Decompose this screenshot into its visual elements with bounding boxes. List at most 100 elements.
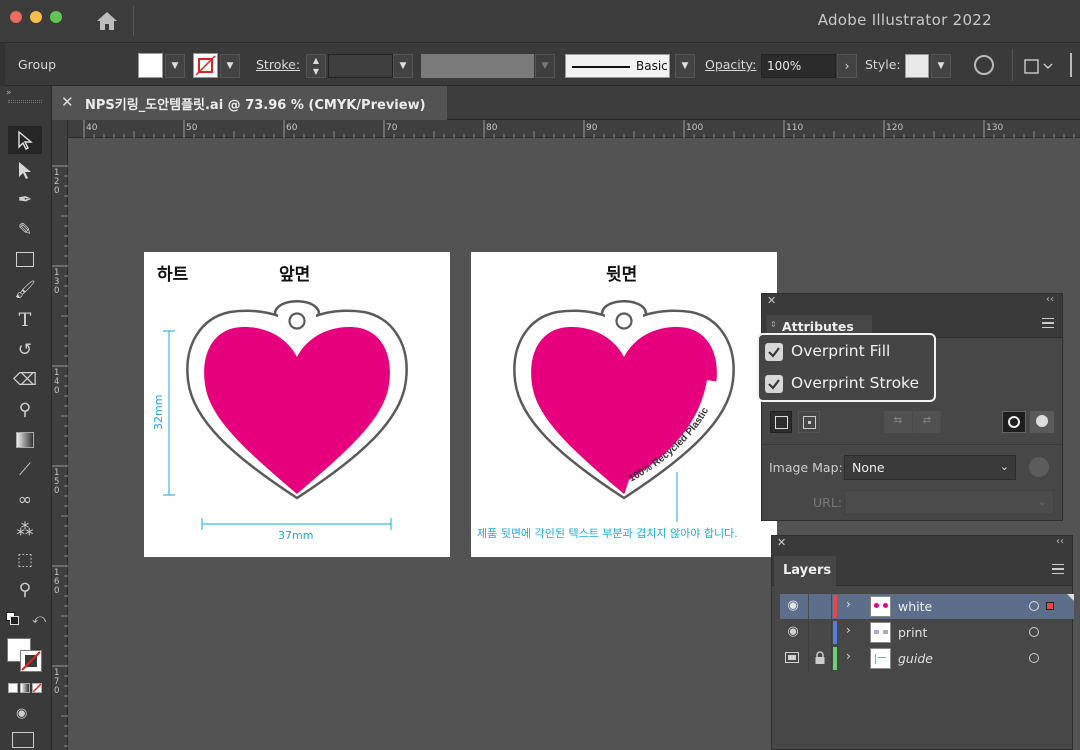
close-panel-icon[interactable]: ✕ bbox=[777, 536, 786, 549]
lock-toggle[interactable] bbox=[808, 594, 832, 619]
zoom-window-button[interactable] bbox=[50, 11, 62, 23]
close-tab-icon[interactable]: ✕ bbox=[61, 93, 74, 111]
reverse-path-left-button[interactable]: ⇆ bbox=[884, 411, 912, 433]
symbol-sprayer-tool-icon[interactable]: ⁂ bbox=[8, 516, 42, 544]
puppet-warp-tool-icon[interactable]: ⚲ bbox=[8, 396, 42, 424]
nonzero-winding-button[interactable] bbox=[1002, 411, 1026, 433]
vertical-ruler[interactable]: 120130140150160170 bbox=[52, 120, 68, 750]
artboard-back[interactable]: 뒷면 100% Recycled Plastic 제품 뒷면에 각인된 텍스트 … bbox=[471, 252, 777, 557]
stroke-dropdown[interactable]: ▼ bbox=[220, 54, 240, 78]
selection-indicator[interactable] bbox=[1046, 602, 1054, 610]
layer-color-swatch bbox=[833, 647, 837, 670]
reverse-path-right-button[interactable]: ⇄ bbox=[913, 411, 941, 433]
align-icon[interactable] bbox=[1022, 56, 1056, 76]
rotate-tool-icon[interactable]: ↺ bbox=[8, 336, 42, 364]
stroke-swatch[interactable] bbox=[193, 53, 218, 78]
layer-row-guide[interactable]: › guide bbox=[780, 646, 1074, 671]
default-fill-stroke-icon[interactable] bbox=[6, 612, 20, 626]
horizontal-ruler[interactable]: 40 50 60 70 80 90 100 110 120 130 bbox=[68, 120, 1080, 138]
home-icon[interactable] bbox=[95, 10, 119, 32]
draw-mode-icon[interactable]: ◉ bbox=[16, 706, 27, 721]
recolor-artwork-icon[interactable] bbox=[974, 55, 994, 75]
zoom-tool-icon[interactable]: ⚲ bbox=[8, 576, 42, 604]
engraving-note: 제품 뒷면에 각인된 텍스트 부분과 겹치지 않아야 합니다. bbox=[477, 527, 738, 540]
rectangle-tool-icon[interactable] bbox=[8, 246, 42, 274]
document-tab[interactable]: ✕ NPS키링_도안템플릿.ai @ 73.96 % (CMYK/Preview… bbox=[52, 86, 447, 120]
color-mode-icon[interactable] bbox=[8, 683, 18, 693]
stroke-weight-field[interactable] bbox=[328, 54, 393, 78]
selection-tool-icon[interactable] bbox=[8, 126, 42, 154]
even-odd-button[interactable] bbox=[1030, 411, 1054, 433]
paintbrush-tool-icon[interactable]: 🖌 bbox=[8, 276, 42, 304]
front-heart-artwork bbox=[163, 300, 408, 530]
more-controls-icon[interactable] bbox=[1070, 53, 1080, 77]
target-icon[interactable] bbox=[1029, 601, 1039, 611]
layer-row-white[interactable]: ◉ › white bbox=[780, 594, 1074, 619]
opacity-label[interactable]: Opacity: bbox=[705, 57, 756, 72]
lock-icon[interactable] bbox=[808, 646, 832, 671]
url-field[interactable]: ⌄ bbox=[844, 490, 1054, 515]
template-icon[interactable] bbox=[785, 652, 799, 663]
eye-icon[interactable]: ◉ bbox=[782, 621, 804, 643]
chevron-right-icon[interactable]: › bbox=[846, 649, 851, 663]
eraser-tool-icon[interactable]: ⌫ bbox=[8, 366, 42, 394]
blend-tool-icon[interactable]: ∞ bbox=[8, 486, 42, 514]
type-tool-icon[interactable]: T bbox=[8, 306, 42, 334]
none-mode-icon[interactable] bbox=[32, 683, 42, 693]
opacity-arrow[interactable]: › bbox=[837, 54, 857, 78]
overprint-stroke-label[interactable]: Overprint Stroke bbox=[791, 374, 919, 392]
layer-name[interactable]: white bbox=[898, 599, 932, 614]
image-map-select[interactable]: None ⌄ bbox=[844, 455, 1016, 480]
screen-mode-icon[interactable] bbox=[12, 732, 34, 748]
chevron-right-icon[interactable]: › bbox=[846, 623, 851, 637]
close-panel-icon[interactable]: ✕ bbox=[767, 294, 776, 307]
overprint-stroke-checkbox[interactable] bbox=[765, 375, 783, 393]
ruler-label: 0 bbox=[54, 286, 59, 296]
stroke-weight-dropdown[interactable]: ▼ bbox=[393, 54, 413, 78]
overprint-fill-checkbox[interactable] bbox=[765, 343, 783, 361]
brush-dropdown[interactable]: ▼ bbox=[675, 54, 695, 78]
panel-menu-icon[interactable] bbox=[1042, 318, 1054, 328]
eyedropper-tool-icon[interactable]: ⟋ bbox=[8, 456, 42, 484]
artboard-front[interactable]: 하트 앞면 32mm 37mm bbox=[144, 252, 450, 557]
layer-row-print[interactable]: ◉ › print bbox=[780, 620, 1074, 645]
pen-tool-icon[interactable]: ✒ bbox=[8, 186, 42, 214]
stroke-color-box[interactable] bbox=[20, 650, 42, 672]
lock-toggle[interactable] bbox=[808, 620, 832, 645]
stroke-label[interactable]: Stroke: bbox=[256, 57, 300, 72]
layers-tab[interactable]: Layers bbox=[774, 556, 836, 586]
graphic-style-dropdown[interactable]: ▼ bbox=[931, 54, 951, 78]
target-icon[interactable] bbox=[1029, 653, 1039, 663]
target-icon[interactable] bbox=[1029, 627, 1039, 637]
direct-selection-tool-icon[interactable] bbox=[8, 156, 42, 184]
browser-globe-icon[interactable] bbox=[1029, 457, 1049, 477]
chevron-right-icon[interactable]: › bbox=[846, 597, 851, 611]
eye-icon[interactable]: ◉ bbox=[782, 595, 804, 617]
close-window-button[interactable] bbox=[10, 11, 22, 23]
layer-name[interactable]: print bbox=[898, 625, 927, 640]
gradient-mode-icon[interactable] bbox=[20, 683, 30, 693]
collapse-panel-icon[interactable]: ‹‹ bbox=[1056, 536, 1064, 547]
layer-name[interactable]: guide bbox=[898, 651, 933, 666]
swap-fill-stroke-icon[interactable]: ⤺ bbox=[32, 612, 46, 627]
panel-menu-icon[interactable] bbox=[1052, 564, 1064, 574]
minimize-window-button[interactable] bbox=[30, 11, 42, 23]
engraving-text: 100% Recycled Plastic bbox=[627, 405, 711, 484]
curvature-tool-icon[interactable]: ✎ bbox=[8, 216, 42, 244]
graphic-style-swatch[interactable] bbox=[905, 54, 929, 78]
gradient-tool-icon[interactable] bbox=[8, 426, 42, 454]
variable-width-dropdown[interactable]: ▼ bbox=[535, 54, 555, 78]
stroke-weight-stepper[interactable]: ▲ ▼ bbox=[306, 54, 326, 78]
center-point-button[interactable] bbox=[798, 411, 820, 433]
opacity-field[interactable]: 100% bbox=[761, 54, 836, 78]
collapse-toolbar-icon[interactable]: » bbox=[6, 88, 12, 98]
fill-dropdown[interactable]: ▼ bbox=[165, 54, 185, 78]
collapse-panel-icon[interactable]: ‹‹ bbox=[1046, 294, 1054, 305]
brush-definition[interactable]: Basic bbox=[565, 54, 670, 78]
layer-color-swatch bbox=[833, 621, 837, 644]
fill-swatch[interactable] bbox=[138, 53, 163, 78]
no-image-map-button[interactable] bbox=[770, 411, 792, 433]
artboard-tool-icon[interactable]: ⬚ bbox=[8, 546, 42, 574]
overprint-fill-label[interactable]: Overprint Fill bbox=[791, 342, 890, 360]
variable-width-profile[interactable] bbox=[421, 54, 534, 78]
